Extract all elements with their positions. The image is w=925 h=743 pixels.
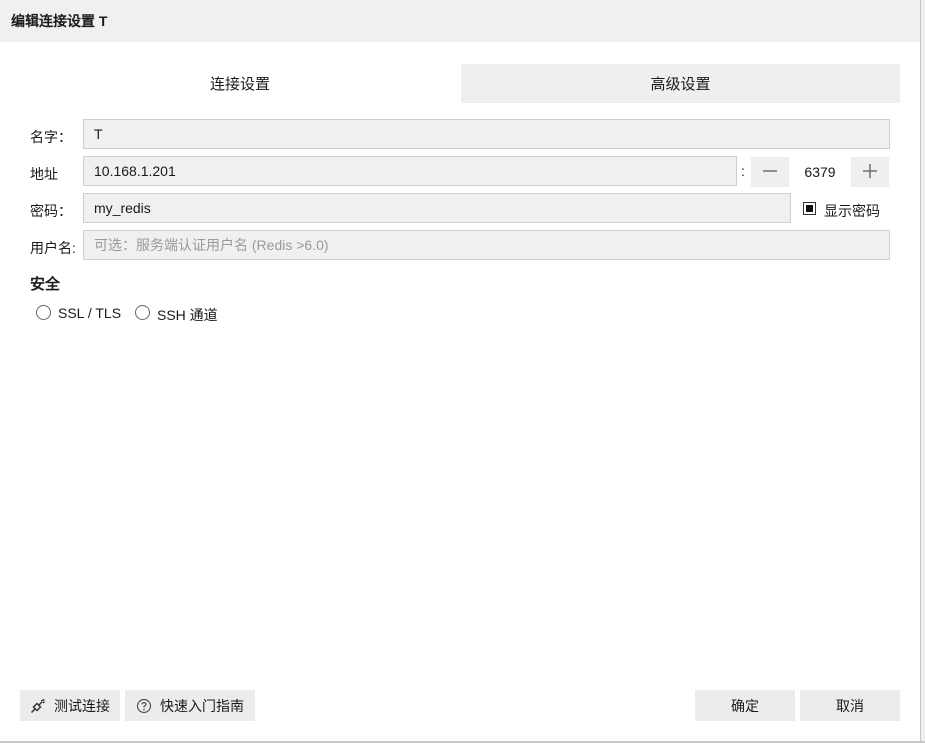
window-edge <box>920 0 925 743</box>
name-value: T <box>94 126 103 142</box>
help-circle-icon <box>136 698 152 714</box>
address-value: 10.168.1.201 <box>94 163 176 179</box>
password-value: my_redis <box>94 200 151 216</box>
port-value: 6379 <box>804 164 836 180</box>
test-connection-button[interactable]: 测试连接 <box>20 690 120 721</box>
username-input[interactable]: 可选：服务端认证用户名 (Redis >6.0) <box>83 230 890 260</box>
quick-start-guide-button[interactable]: 快速入门指南 <box>125 690 255 721</box>
tab-advanced-settings[interactable]: 高级设置 <box>461 64 900 103</box>
security-section-title: 安全 <box>30 276 61 293</box>
port-input[interactable]: 6379 <box>789 157 851 187</box>
ssh-tunnel-label[interactable]: SSH 通道 <box>157 305 218 325</box>
tab-connection-settings[interactable]: 连接设置 <box>20 64 460 103</box>
ssl-tls-radio[interactable] <box>36 305 51 320</box>
port-separator: : <box>741 163 745 179</box>
name-label: 名字： <box>30 129 72 145</box>
title-bar: 编辑连接设置 T <box>0 0 920 42</box>
show-password-label[interactable]: 显示密码 <box>824 201 880 221</box>
password-input[interactable]: my_redis <box>83 193 791 223</box>
port-decrement-button[interactable] <box>751 157 789 187</box>
ssl-tls-label[interactable]: SSL / TLS <box>58 305 121 321</box>
minus-icon <box>762 163 778 182</box>
cancel-button[interactable]: 取消 <box>800 690 900 721</box>
address-input[interactable]: 10.168.1.201 <box>83 156 737 186</box>
ok-button[interactable]: 确定 <box>695 690 795 721</box>
password-label: 密码： <box>30 203 72 219</box>
quick-start-guide-label: 快速入门指南 <box>160 697 244 714</box>
checkbox-check-mark <box>806 205 813 212</box>
plug-icon <box>30 698 46 714</box>
address-label: 地址 <box>30 166 58 182</box>
port-increment-button[interactable] <box>851 157 889 187</box>
username-label: 用户名: <box>30 240 76 256</box>
show-password-checkbox[interactable] <box>803 202 816 215</box>
name-input[interactable]: T <box>83 119 890 149</box>
username-placeholder: 可选：服务端认证用户名 (Redis >6.0) <box>94 237 329 253</box>
ssh-tunnel-radio[interactable] <box>135 305 150 320</box>
window-title: 编辑连接设置 T <box>11 13 108 29</box>
test-connection-label: 测试连接 <box>54 697 110 714</box>
plus-icon <box>862 163 878 182</box>
